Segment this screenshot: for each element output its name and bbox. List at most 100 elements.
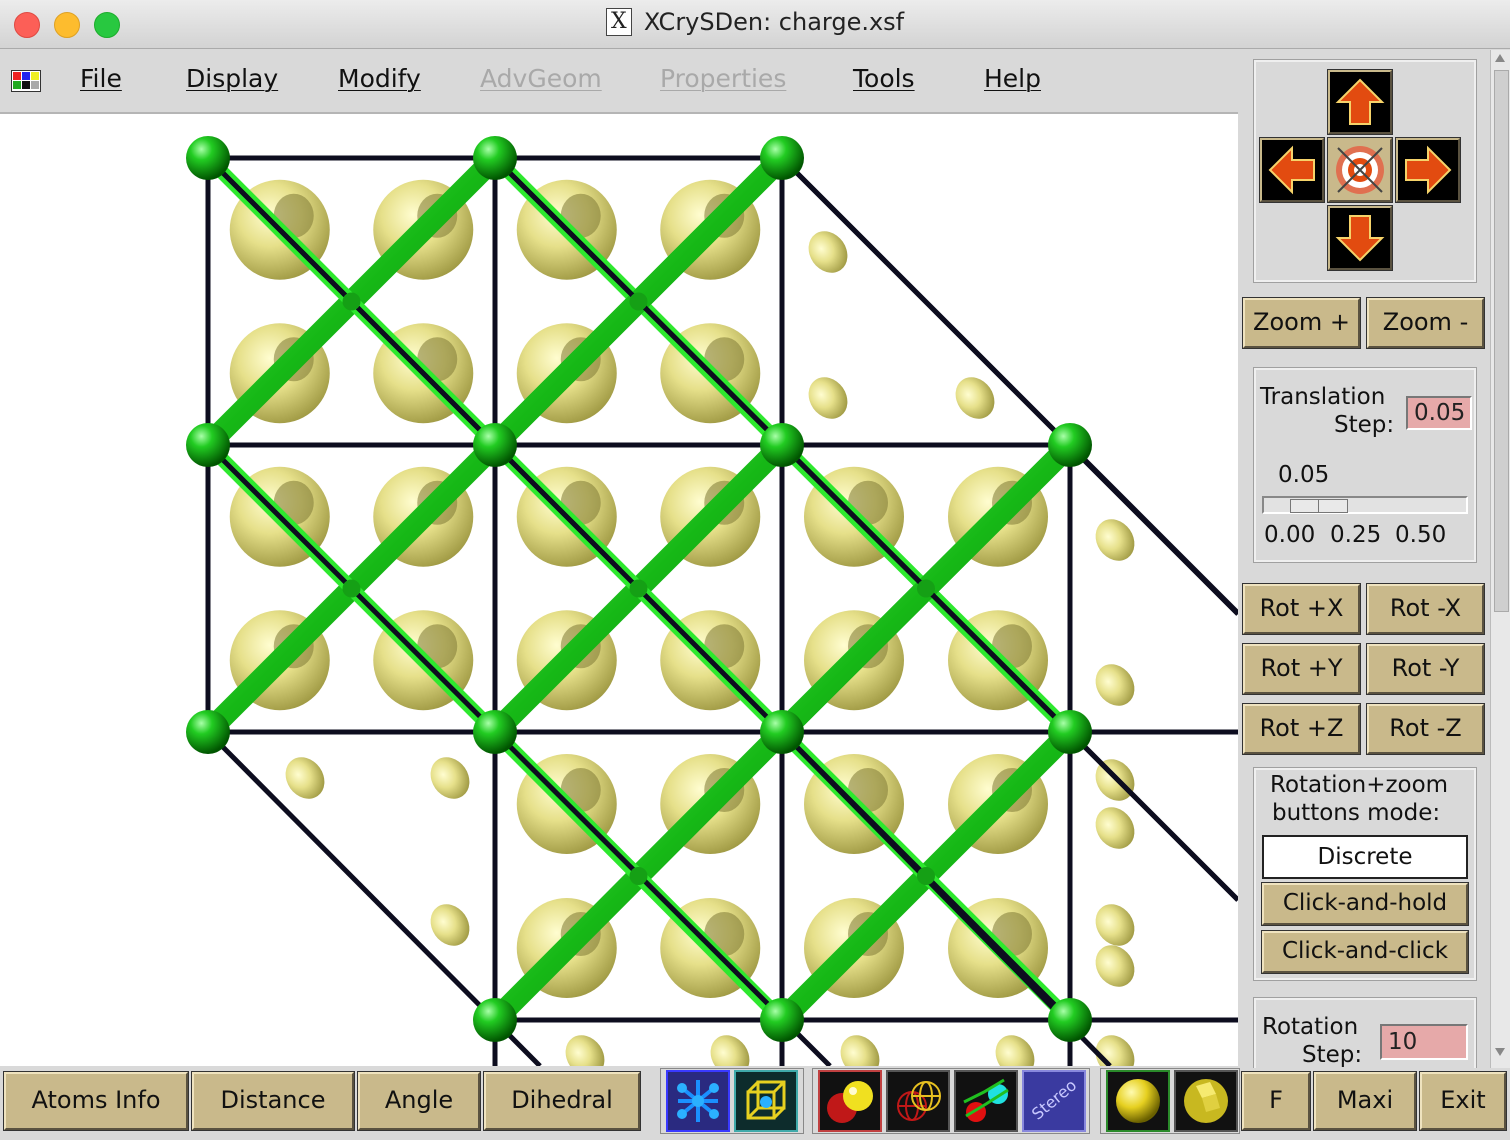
- translation-slider[interactable]: [1262, 496, 1468, 514]
- 3d-glasses-icon: [963, 1078, 1009, 1122]
- atom: [1048, 423, 1092, 467]
- rot-minus-x-button[interactable]: Rot -X: [1366, 583, 1485, 635]
- menu-advgeom[interactable]: AdvGeom: [480, 64, 602, 93]
- atom: [760, 710, 804, 754]
- atom: [473, 423, 517, 467]
- menu-help[interactable]: Help: [984, 64, 1041, 93]
- control-panel: Zoom + Zoom - Translation Step: 0.05 0.0…: [1240, 50, 1490, 1071]
- charge-isosurface-small: [840, 1035, 880, 1066]
- f-button[interactable]: F: [1241, 1071, 1311, 1131]
- rot-plus-z-button[interactable]: Rot +Z: [1242, 703, 1361, 755]
- translation-step-entry[interactable]: 0.05: [1406, 396, 1472, 430]
- flat-sphere-icon: [1184, 1079, 1228, 1123]
- translation-slider-thumb[interactable]: [1290, 499, 1348, 513]
- charge-isosurface-small: [1095, 664, 1135, 706]
- rot-plus-x-button[interactable]: Rot +X: [1242, 583, 1361, 635]
- rotation-step-entry[interactable]: 10: [1380, 1024, 1468, 1060]
- arrow-right-icon: [1405, 145, 1452, 195]
- stereo-label: Stereo: [1027, 1075, 1081, 1124]
- smooth-sphere-icon: [1116, 1079, 1160, 1123]
- charge-isosurface-small: [995, 1035, 1035, 1066]
- atom: [1048, 710, 1092, 754]
- zoom-out-button[interactable]: Zoom -: [1366, 297, 1485, 349]
- bond-junction: [342, 579, 361, 598]
- panel-scrollbar[interactable]: [1490, 50, 1510, 1068]
- zoom-in-button[interactable]: Zoom +: [1242, 297, 1361, 349]
- translate-down-button[interactable]: [1327, 205, 1393, 271]
- mode-click-and-hold-button[interactable]: Click-and-hold: [1261, 882, 1469, 926]
- mode-click-and-click-button[interactable]: Click-and-click: [1261, 930, 1469, 974]
- bond-junction: [629, 292, 648, 311]
- distance-button[interactable]: Distance: [191, 1071, 355, 1131]
- reset-view-button[interactable]: [1327, 137, 1393, 203]
- atom: [186, 710, 230, 754]
- menu-properties[interactable]: Properties: [660, 64, 786, 93]
- unit-cell-mode-button[interactable]: [734, 1070, 798, 1132]
- dihedral-button[interactable]: Dihedral: [483, 1071, 641, 1131]
- charge-isosurface-small: [1095, 904, 1135, 946]
- rot-minus-z-button[interactable]: Rot -Z: [1366, 703, 1485, 755]
- translate-up-button[interactable]: [1327, 69, 1393, 135]
- stereo-mode-button[interactable]: Stereo: [1022, 1070, 1086, 1132]
- atom: [760, 998, 804, 1042]
- atom: [473, 710, 517, 754]
- charge-isosurface-small: [808, 377, 848, 419]
- rot-plus-y-button[interactable]: Rot +Y: [1242, 643, 1361, 695]
- structure-viewport[interactable]: [0, 114, 1238, 1066]
- atom: [760, 423, 804, 467]
- charge-isosurface-small: [955, 377, 995, 419]
- mode-discrete-option[interactable]: Discrete: [1262, 835, 1468, 879]
- charge-isosurface-small: [710, 1035, 750, 1066]
- atom: [473, 136, 517, 180]
- arrow-up-icon: [1335, 78, 1385, 125]
- atom: [186, 423, 230, 467]
- bond-junction: [917, 579, 935, 598]
- menu-tools[interactable]: Tools: [853, 64, 915, 93]
- cube-icon: [746, 1080, 786, 1120]
- translation-step-label: Step:: [1334, 412, 1395, 438]
- wireframe-mode-button[interactable]: [886, 1070, 950, 1132]
- bond-junction: [629, 579, 648, 598]
- menu-display[interactable]: Display: [186, 64, 278, 93]
- atom: [1048, 998, 1092, 1042]
- charge-isosurface-small: [430, 757, 470, 799]
- scroll-down-icon[interactable]: [1493, 1046, 1507, 1058]
- menu-modify[interactable]: Modify: [338, 64, 421, 93]
- atoms-info-button[interactable]: Atoms Info: [3, 1071, 189, 1131]
- translate-right-button[interactable]: [1395, 137, 1461, 203]
- spacefill-mode-button[interactable]: [818, 1070, 882, 1132]
- x11-icon: X: [605, 8, 632, 36]
- charge-isosurface-small: [1095, 1035, 1135, 1066]
- arrow-left-icon: [1268, 145, 1315, 195]
- ball-stick-mode-button[interactable]: [666, 1070, 730, 1132]
- maxi-button[interactable]: Maxi: [1313, 1071, 1417, 1131]
- bond-junction: [629, 867, 648, 885]
- app-menu-icon[interactable]: [11, 70, 41, 92]
- anaglyph-mode-button[interactable]: [954, 1070, 1018, 1132]
- scroll-up-icon[interactable]: [1493, 52, 1507, 64]
- translate-left-button[interactable]: [1259, 137, 1325, 203]
- charge-isosurface-small: [285, 757, 325, 799]
- smooth-shading-button[interactable]: [1106, 1070, 1170, 1132]
- panel-scrollbar-thumb[interactable]: [1494, 70, 1509, 612]
- mode-label-2: buttons mode:: [1272, 800, 1441, 826]
- charge-isosurface-small: [565, 1035, 605, 1066]
- exit-button[interactable]: Exit: [1419, 1071, 1507, 1131]
- menu-file[interactable]: File: [80, 64, 122, 93]
- atom: [473, 998, 517, 1042]
- bond-junction: [917, 867, 935, 885]
- charge-isosurface-small: [1095, 945, 1135, 987]
- rotation-step-label: Rotation: [1262, 1014, 1359, 1040]
- angle-button[interactable]: Angle: [357, 1071, 481, 1131]
- crystal-structure-render[interactable]: [0, 114, 1238, 1066]
- rot-minus-y-button[interactable]: Rot -Y: [1366, 643, 1485, 695]
- window-title-wrap: X XCrySDen: charge.xsf: [0, 8, 1510, 36]
- translation-label: Translation: [1260, 384, 1386, 410]
- bottom-toolbar: Atoms Info Distance Angle Dihedral Stere…: [0, 1068, 1510, 1140]
- slider-thumb-notch: [1318, 500, 1319, 512]
- atom: [186, 136, 230, 180]
- flat-shading-button[interactable]: [1174, 1070, 1238, 1132]
- molecule-icon: [677, 1080, 719, 1122]
- spheres-icon: [827, 1081, 873, 1123]
- mode-label: Rotation+zoom: [1270, 772, 1449, 798]
